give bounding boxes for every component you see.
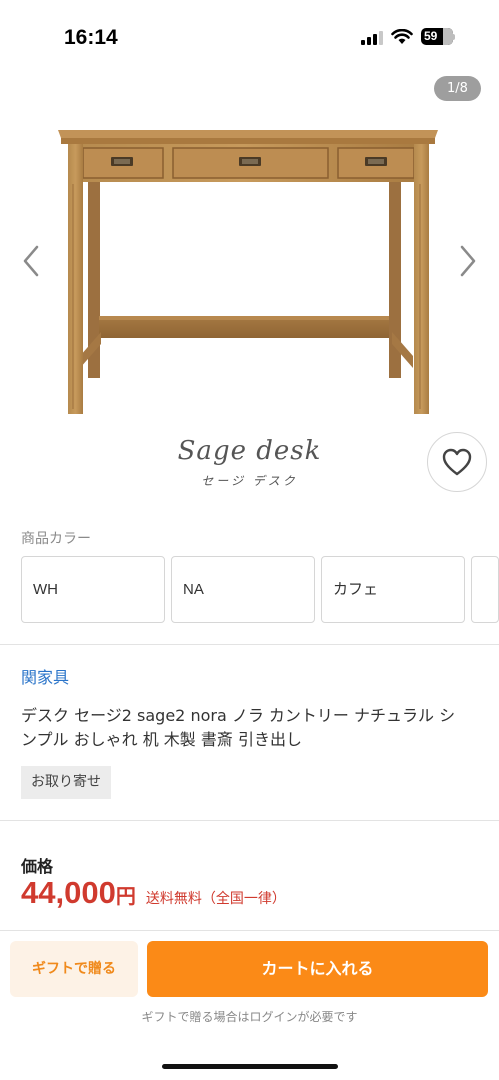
chevron-right-icon[interactable] <box>453 244 483 280</box>
product-logo-name: Sage desk <box>177 436 322 466</box>
color-option-wh[interactable]: WH <box>21 556 165 623</box>
add-to-cart-button[interactable]: カートに入れる <box>147 941 488 997</box>
color-option-na[interactable]: NA <box>171 556 315 623</box>
color-option-more[interactable] <box>471 556 499 623</box>
order-badge: お取り寄せ <box>21 766 111 799</box>
home-indicator[interactable] <box>162 1064 338 1069</box>
product-image-gallery[interactable]: 1/8 <box>0 76 499 426</box>
status-time: 16:14 <box>64 26 118 49</box>
favorite-button[interactable] <box>427 432 487 492</box>
wifi-icon <box>391 28 413 44</box>
status-bar: 16:14 59 <box>0 0 499 76</box>
chevron-left-icon[interactable] <box>16 244 46 280</box>
battery-level: 59 <box>424 29 438 43</box>
shipping-info: 送料無料（全国一律） <box>145 891 286 907</box>
gift-login-note: ギフトで贈る場合はログインが必要です <box>141 1010 358 1024</box>
product-logo-kana: セージ デスク <box>201 474 298 488</box>
status-icons: 59 <box>361 28 455 45</box>
divider <box>0 930 499 931</box>
price-label: 価格 <box>21 857 54 876</box>
gift-button[interactable]: ギフトで贈る <box>10 941 138 997</box>
product-image-desk[interactable] <box>55 124 440 416</box>
heart-icon <box>442 448 472 476</box>
product-logo: Sage desk セージ デスク <box>0 436 499 489</box>
price-unit: 円 <box>115 884 136 908</box>
color-option-cafe[interactable]: カフェ <box>321 556 465 623</box>
divider <box>0 644 499 645</box>
color-label: 商品カラー <box>21 531 91 547</box>
color-options: WH NA カフェ <box>21 556 499 623</box>
divider <box>0 820 499 821</box>
cellular-signal-icon <box>361 29 383 45</box>
price-value: 44,000 <box>21 875 116 910</box>
battery-icon: 59 <box>421 28 455 45</box>
brand-link[interactable]: 関家具 <box>21 664 69 688</box>
image-counter: 1/8 <box>434 76 481 101</box>
product-title: デスク セージ2 sage2 nora ノラ カントリー ナチュラル シンプル … <box>21 706 456 749</box>
price-row: 44,000 円 送料無料（全国一律） <box>21 875 286 911</box>
